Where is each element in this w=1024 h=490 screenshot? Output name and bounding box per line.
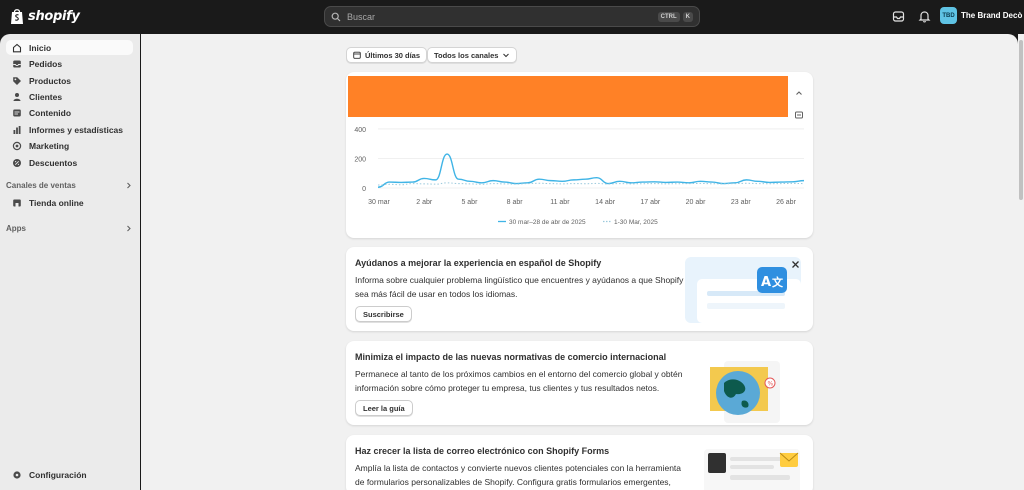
search-input[interactable] [347, 11, 655, 22]
read-guide-button[interactable]: Leer la guía [355, 400, 413, 416]
y-tick-label: 400 [354, 127, 366, 134]
x-tick-label: 5 abr [461, 199, 478, 206]
x-tick-label: 23 abr [731, 199, 752, 206]
x-tick-label: 30 mar [368, 199, 390, 206]
sidebar-item-informes[interactable]: Informes y estadísticas [6, 122, 133, 137]
sidebar-item-label: Descuentos [29, 157, 78, 168]
sidebar-item-inicio[interactable]: Inicio [6, 40, 133, 55]
discount-icon [13, 158, 21, 167]
apps-label: Apps [6, 224, 26, 233]
sidebar-item-label: Clientes [29, 91, 63, 102]
apps-section[interactable]: Apps [6, 224, 132, 233]
sidebar-item-label: Tienda online [29, 197, 84, 208]
feedback-card: Ayúdanos a mejorar la experiencia en esp… [346, 247, 813, 331]
channels-label: Todos los canales [434, 50, 499, 60]
chevron-right-icon [127, 225, 131, 232]
translation-illustration: A 文 [685, 257, 801, 323]
bar-chart-icon [13, 125, 21, 134]
sidebar-item-contenido[interactable]: Contenido [6, 105, 133, 120]
sidebar-item-label: Contenido [29, 107, 72, 118]
shopify-forms-card: Haz crecer la lista de correo electrónic… [346, 435, 813, 490]
svg-text:%: % [768, 381, 774, 388]
top-bar: shopify CTRL K TBD The Brand Decò [0, 0, 1024, 34]
metrics-banner [348, 76, 788, 117]
scrollbar-thumb[interactable] [1019, 40, 1023, 200]
chart-edit-icon[interactable] [794, 110, 804, 120]
y-tick-label: 0 [362, 186, 366, 193]
svg-text:文: 文 [772, 275, 784, 289]
search-bar[interactable]: CTRL K [324, 6, 700, 27]
sidebar-item-label: Pedidos [29, 58, 63, 69]
card-title: Minimiza el impacto de las nuevas normat… [355, 352, 667, 362]
trade-regulations-card: Minimiza el impacto de las nuevas normat… [346, 341, 813, 425]
sidebar-item-tienda-online[interactable]: Tienda online [6, 195, 133, 210]
shortcut-ctrl: CTRL [657, 11, 680, 22]
svg-text:A: A [761, 275, 771, 290]
store-name: The Brand Decò [961, 11, 1023, 20]
date-range-label: Últimos 30 días [365, 50, 421, 60]
x-tick-label: 17 abr [640, 199, 661, 206]
sales-line-chart: 0 200 400 30 mar 2 abr 5 abr 8 abr 11 abr 14 abr… [354, 127, 805, 226]
forms-illustration [704, 449, 800, 490]
y-tick-label: 200 [354, 156, 366, 163]
home-icon [12, 43, 22, 52]
store-menu[interactable]: TBD The Brand Decò [940, 7, 1022, 24]
subscribe-button[interactable]: Suscribirse [355, 306, 412, 322]
series-line-current [377, 153, 805, 188]
store-inbox-icon[interactable] [892, 10, 905, 23]
storefront-icon [13, 199, 21, 206]
chevron-up-icon[interactable] [794, 88, 804, 98]
chevron-down-icon [503, 53, 510, 58]
target-icon [12, 141, 22, 150]
x-tick-label: 8 abr [507, 199, 524, 206]
sidebar-item-label: Configuración [29, 469, 87, 480]
tag-icon [13, 76, 21, 85]
card-body: Informa sobre cualquier problema lingüís… [355, 275, 684, 299]
gear-icon [13, 470, 21, 479]
x-tick-label: 20 abr [686, 199, 707, 206]
channels-dropdown[interactable]: Todos los canales [427, 47, 518, 63]
series-line-previous [377, 182, 805, 186]
sidebar-item-configuracion[interactable]: Configuración [6, 467, 133, 482]
sidebar-item-clientes[interactable]: Clientes [6, 89, 133, 104]
close-icon[interactable] [791, 260, 800, 269]
date-range-button[interactable]: Últimos 30 días [346, 47, 428, 63]
legend-label: 30 mar–28 de abr de 2025 [509, 219, 586, 226]
sidebar-item-label: Inicio [29, 42, 52, 53]
sidebar-item-marketing[interactable]: Marketing [6, 138, 133, 153]
sidebar-item-descuentos[interactable]: Descuentos [6, 155, 133, 170]
card-body: Permanece al tanto de los próximos cambi… [355, 369, 683, 393]
card-body: Amplía la lista de contactos y convierte… [355, 463, 682, 487]
sidebar-item-pedidos[interactable]: Pedidos [6, 56, 133, 71]
card-title: Haz crecer la lista de correo electrónic… [355, 446, 610, 456]
sales-channels-label: Canales de ventas [6, 181, 76, 190]
sidebar-item-label: Marketing [29, 140, 70, 151]
shopify-logo[interactable]: shopify [10, 8, 80, 25]
card-title: Ayúdanos a mejorar la experiencia en esp… [355, 258, 602, 268]
bell-icon[interactable] [918, 10, 931, 23]
person-icon [13, 92, 21, 101]
content-icon [13, 109, 21, 116]
sidebar-item-label: Productos [29, 75, 72, 86]
legend-label: 1-30 Mar, 2025 [614, 219, 658, 226]
x-tick-label: 2 abr [416, 199, 433, 206]
shopify-bag-icon [11, 9, 23, 24]
store-avatar: TBD [940, 7, 957, 24]
sidebar-item-productos[interactable]: Productos [6, 73, 133, 88]
calendar-icon [353, 51, 361, 59]
sales-channels-section[interactable]: Canales de ventas [6, 181, 132, 190]
globe-illustration: % [710, 361, 780, 423]
x-tick-label: 14 abr [595, 199, 616, 206]
sidebar-item-label: Informes y estadísticas [29, 124, 124, 135]
search-icon [331, 12, 341, 21]
x-tick-label: 26 abr [776, 199, 797, 206]
shortcut-k: K [682, 11, 693, 22]
orders-icon [13, 60, 21, 67]
x-tick-label: 11 abr [550, 199, 570, 206]
sales-chart-card: 0 200 400 30 mar 2 abr 5 abr 8 abr 11 abr 14 abr… [346, 72, 813, 238]
logo-text: shopify [28, 9, 80, 24]
chevron-right-icon [127, 182, 131, 189]
